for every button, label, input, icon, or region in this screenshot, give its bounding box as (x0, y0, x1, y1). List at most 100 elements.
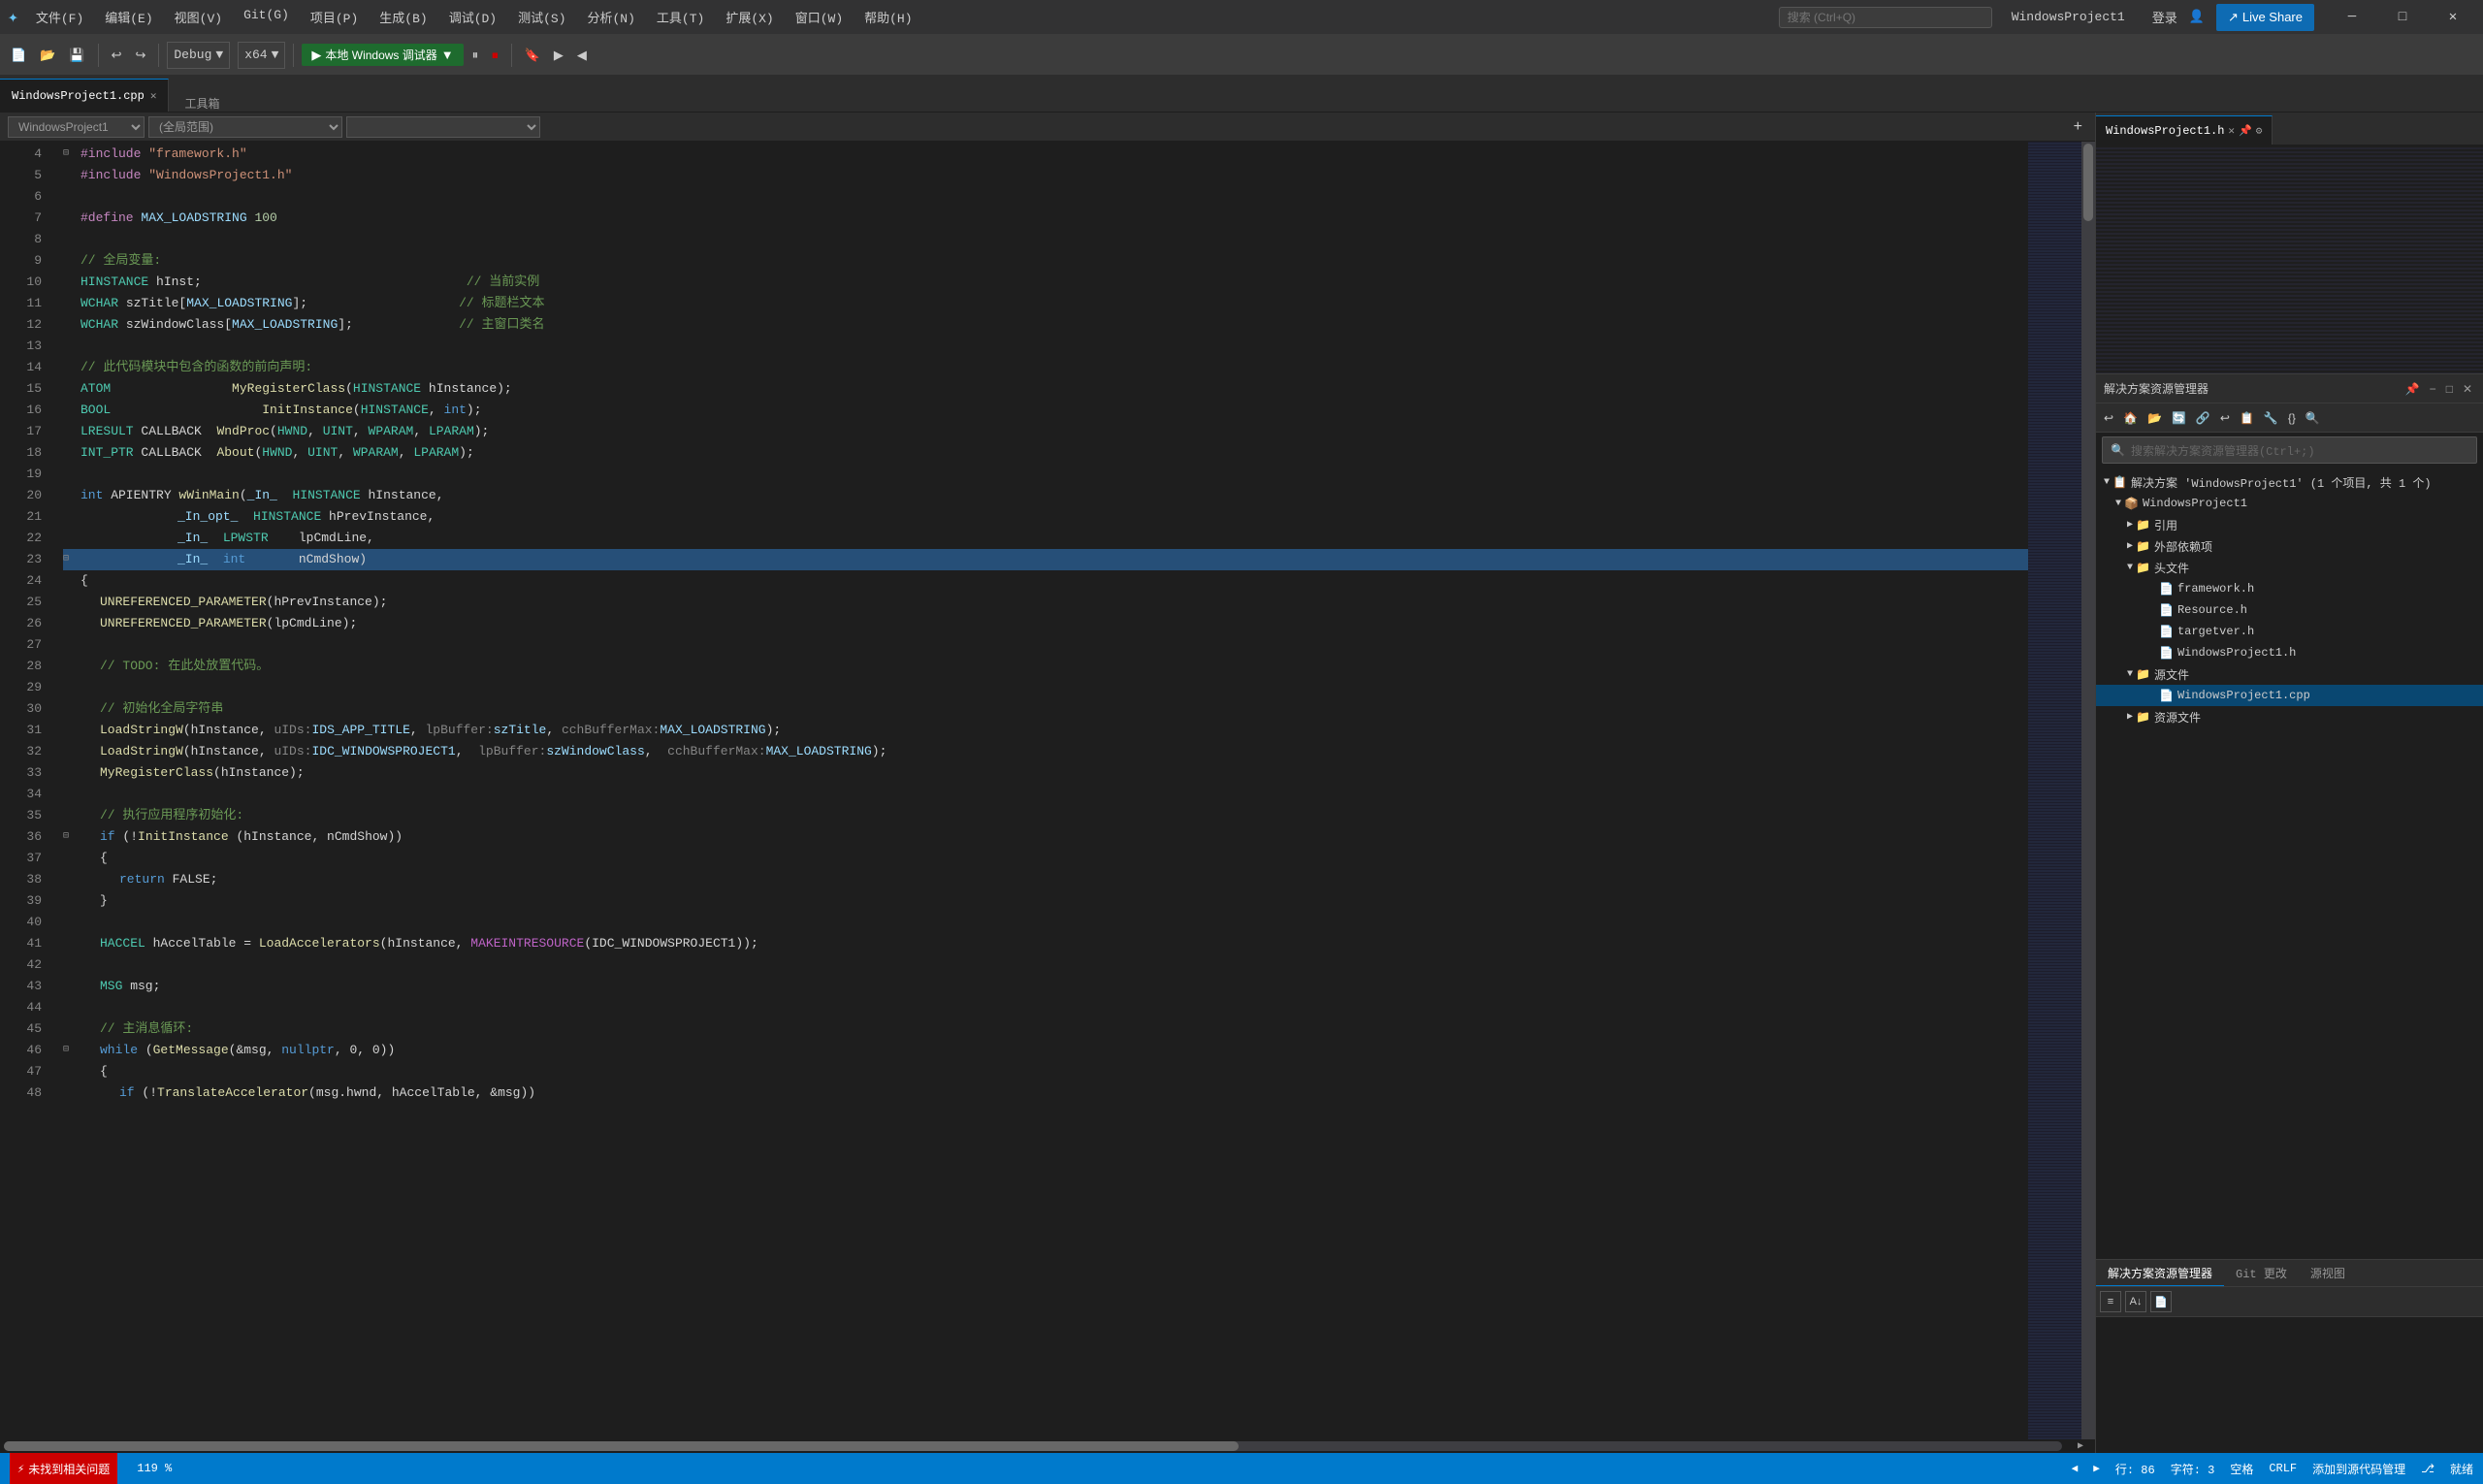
solution-explorer-panel: 解决方案资源管理器 📌 − □ ✕ ↩🏠📂🔄🔗↩📋🔧{}🔍 🔍 搜索解决方案资源… (2096, 374, 2483, 1259)
horizontal-scrollbar-thumb[interactable] (4, 1441, 1239, 1451)
props-pages-btn[interactable]: 📄 (2150, 1291, 2172, 1312)
collapse-button[interactable]: ⊟ (63, 144, 77, 165)
status-error-section[interactable]: ⚡ 未找到相关问题 (10, 1453, 117, 1484)
code-token: (IDC_WINDOWSPROJECT1)); (584, 933, 758, 954)
tree-node[interactable]: ▼📁头文件 (2096, 557, 2483, 578)
tree-node[interactable]: 📄targetver.h (2096, 621, 2483, 642)
stop-btn[interactable]: ⏹ (487, 45, 503, 66)
props-categories-btn[interactable]: ≡ (2100, 1291, 2121, 1312)
status-scroll-right[interactable]: ▶ (2093, 1462, 2100, 1475)
tree-node[interactable]: ▶📁资源文件 (2096, 706, 2483, 727)
tree-node[interactable]: ▶📁外部依赖项 (2096, 535, 2483, 557)
menu-item[interactable]: Git(G) (234, 4, 299, 30)
scope-left-dropdown[interactable]: WindowsProject1 (8, 116, 145, 138)
menu-item[interactable]: 调试(D) (439, 4, 506, 30)
right-tab-close[interactable]: ✕ (2228, 124, 2235, 138)
se-toolbar-button[interactable]: 🔗 (2192, 409, 2214, 427)
code-token: , (429, 400, 444, 421)
debug-mode-dropdown[interactable]: Debug ▼ (167, 42, 230, 69)
collapse-button[interactable]: ⊟ (63, 549, 77, 570)
new-file-btn[interactable]: 📄 (6, 45, 31, 66)
tree-node[interactable]: ▶📁引用 (2096, 514, 2483, 535)
menu-item[interactable]: 文件(F) (26, 4, 93, 30)
right-tab-file[interactable]: WindowsProject1.h ✕ 📌 ⚙ (2096, 115, 2273, 145)
menu-item[interactable]: 视图(V) (165, 4, 232, 30)
live-share-button[interactable]: ↗ Live Share (2216, 4, 2314, 31)
scope-middle-dropdown[interactable]: (全局范围) (148, 116, 342, 138)
line-number: 6 (0, 186, 42, 208)
tree-node[interactable]: 📄Resource.h (2096, 599, 2483, 621)
tree-node[interactable]: 📄WindowsProject1.h (2096, 642, 2483, 663)
tree-node[interactable]: 📄framework.h (2096, 578, 2483, 599)
menu-item[interactable]: 工具(T) (647, 4, 714, 30)
line-number: 8 (0, 229, 42, 250)
menu-item[interactable]: 生成(B) (370, 4, 436, 30)
code-content[interactable]: ⊟#include "framework.h"#include "Windows… (53, 142, 2028, 1439)
menu-item[interactable]: 项目(P) (301, 4, 368, 30)
pin-panel-btn[interactable]: 📌 (2402, 381, 2423, 397)
vertical-scrollbar[interactable] (2081, 142, 2095, 1439)
se-toolbar-button[interactable]: 🔄 (2168, 409, 2190, 427)
live-share-label: Live Share (2242, 10, 2303, 24)
add-scope-btn[interactable]: + (2069, 115, 2087, 139)
maximize-panel-btn[interactable]: □ (2443, 381, 2456, 397)
scrollbar-thumb[interactable] (2083, 144, 2093, 221)
status-scroll-left[interactable]: ◀ (2072, 1462, 2079, 1475)
pause-btn[interactable]: ⏸ (468, 45, 484, 66)
collapse-button[interactable]: ⊟ (63, 826, 77, 848)
redo-btn[interactable]: ↪ (130, 45, 150, 66)
scope-right-dropdown[interactable] (346, 116, 540, 138)
status-add-source[interactable]: 添加到源代码管理 (2312, 1461, 2405, 1477)
global-search-input[interactable] (1779, 7, 1992, 28)
se-toolbar-button[interactable]: 📂 (2144, 409, 2166, 427)
scroll-right-btn[interactable]: ▶ (2066, 1440, 2095, 1452)
login-text[interactable]: 登录 (2152, 8, 2177, 26)
menu-item[interactable]: 编辑(E) (95, 4, 162, 30)
bottom-panel-tab[interactable]: 解决方案资源管理器 (2096, 1261, 2224, 1286)
code-line: _In_ LPWSTR lpCmdLine, (63, 528, 2028, 549)
close-button[interactable]: ✕ (2431, 0, 2475, 35)
bottom-panel-tab[interactable]: Git 更改 (2224, 1261, 2299, 1285)
menu-item[interactable]: 扩展(X) (716, 4, 783, 30)
right-editor-preview[interactable] (2096, 145, 2483, 373)
right-tab-settings[interactable]: ⚙ (2256, 124, 2263, 138)
se-toolbar-button[interactable]: ↩ (2100, 409, 2117, 427)
tree-node[interactable]: 📄WindowsProject1.cpp (2096, 685, 2483, 706)
bookmark-btn[interactable]: 🔖 (520, 45, 545, 66)
tab-main-close[interactable]: ✕ (150, 89, 157, 103)
platform-dropdown[interactable]: x64 ▼ (238, 42, 285, 69)
se-toolbar-button[interactable]: ↩ (2216, 409, 2234, 427)
menu-item[interactable]: 窗口(W) (786, 4, 853, 30)
collapse-button[interactable]: ⊟ (63, 1040, 77, 1061)
bottom-panel-tab[interactable]: 源视图 (2299, 1261, 2357, 1285)
code-token: #define (81, 208, 141, 229)
close-panel-btn[interactable]: ✕ (2460, 381, 2475, 397)
navigate-forward-btn[interactable]: ▶ (549, 45, 568, 66)
minimize-button[interactable]: ─ (2330, 0, 2374, 35)
navigate-back-btn[interactable]: ◀ (572, 45, 592, 66)
props-alphabetical-btn[interactable]: A↓ (2125, 1291, 2146, 1312)
tree-node[interactable]: ▼📁源文件 (2096, 663, 2483, 685)
menu-item[interactable]: 帮助(H) (855, 4, 921, 30)
se-toolbar-button[interactable]: 📋 (2236, 409, 2258, 427)
undo-btn[interactable]: ↩ (107, 45, 127, 66)
horizontal-scrollbar[interactable] (4, 1441, 2062, 1451)
code-token: , (410, 720, 426, 741)
menu-item[interactable]: 分析(N) (578, 4, 645, 30)
open-file-btn[interactable]: 📂 (35, 45, 60, 66)
solution-root-item[interactable]: ▼📋解决方案 'WindowsProject1' (1 个项目, 共 1 个) (2096, 471, 2483, 493)
code-token: (hInstance); (213, 762, 305, 784)
tab-main-file[interactable]: WindowsProject1.cpp ✕ (0, 79, 169, 112)
right-tab-pin[interactable]: 📌 (2239, 124, 2252, 138)
se-toolbar-button[interactable]: 🔍 (2302, 409, 2324, 427)
save-btn[interactable]: 💾 (64, 45, 89, 66)
project-item[interactable]: ▼📦WindowsProject1 (2096, 493, 2483, 514)
se-toolbar-button[interactable]: 🏠 (2119, 409, 2142, 427)
solution-search-bar[interactable]: 🔍 搜索解决方案资源管理器(Ctrl+;) (2102, 436, 2477, 464)
se-toolbar-button[interactable]: {} (2284, 409, 2300, 427)
minimize-panel-btn[interactable]: − (2427, 381, 2439, 397)
menu-item[interactable]: 测试(S) (508, 4, 575, 30)
se-toolbar-button[interactable]: 🔧 (2260, 409, 2282, 427)
maximize-button[interactable]: □ (2380, 0, 2425, 35)
start-debug-btn[interactable]: ▶ 本地 Windows 调试器 ▼ (302, 44, 463, 66)
